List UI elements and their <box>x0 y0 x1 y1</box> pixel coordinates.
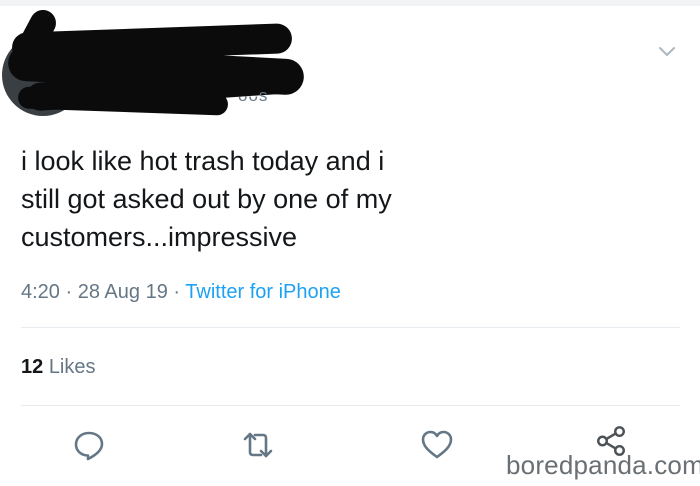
meta-separator: · <box>173 281 181 303</box>
tweet-text-line: customers...impressive <box>21 222 298 252</box>
likes-count: 12 <box>21 356 44 378</box>
tweet-meta: 4:20 · 28 Aug 19 · Twitter for iPhone <box>21 281 341 304</box>
tweet-time[interactable]: 4:20 <box>21 281 60 303</box>
tweet-header: ᴗᴗs <box>0 0 700 130</box>
reply-icon[interactable] <box>72 428 106 462</box>
tweet-text: i look like hot trash today and i still … <box>21 142 661 256</box>
divider <box>21 405 680 406</box>
heart-icon[interactable] <box>420 428 454 462</box>
likes-stat[interactable]: 12 Likes <box>21 356 96 379</box>
meta-separator: · <box>65 281 73 303</box>
tweet-source-link[interactable]: Twitter for iPhone <box>185 281 341 303</box>
tweet-date[interactable]: 28 Aug 19 <box>78 281 168 303</box>
retweet-icon[interactable] <box>241 428 275 462</box>
divider <box>21 327 680 328</box>
likes-label: Likes <box>48 356 96 378</box>
handle-fragment: ᴗᴗs <box>238 86 269 105</box>
watermark: boredpanda.com <box>506 450 700 480</box>
tweet-text-line: i look like hot trash today and i <box>21 146 385 176</box>
chevron-down-icon[interactable] <box>656 40 678 62</box>
tweet-text-line: still got asked out by one of my <box>21 184 392 214</box>
